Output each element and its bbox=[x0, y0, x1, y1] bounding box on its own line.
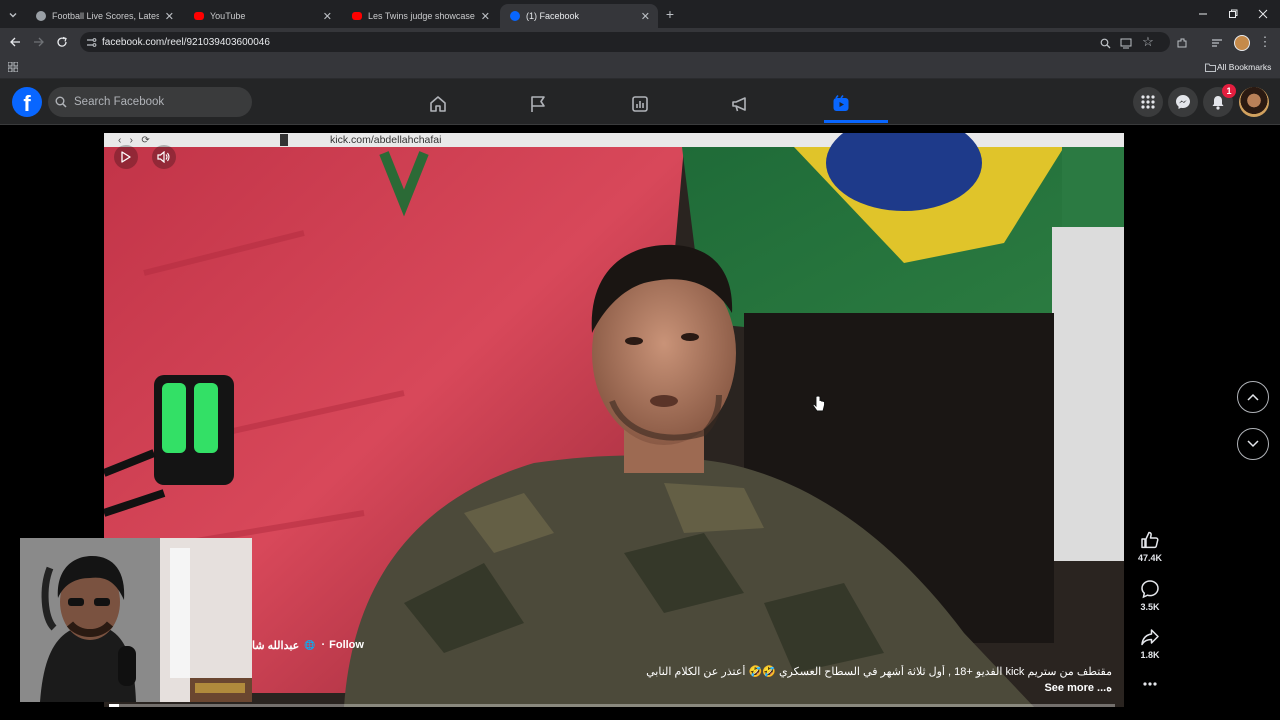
like-count: 47.4K bbox=[1137, 553, 1163, 563]
tab-les-twins[interactable]: Les Twins judge showcase | Cy ✕ bbox=[342, 4, 498, 28]
next-reel-button[interactable] bbox=[1237, 428, 1269, 460]
mouse-cursor-icon bbox=[812, 395, 825, 412]
tab-facebook[interactable]: (1) Facebook ✕ bbox=[500, 4, 658, 28]
tab-close-icon[interactable]: ✕ bbox=[641, 10, 650, 23]
zoom-icon[interactable] bbox=[1098, 36, 1112, 50]
bell-icon bbox=[1212, 95, 1224, 110]
comment-action[interactable]: 3.5K bbox=[1130, 579, 1170, 612]
share-count: 1.8K bbox=[1140, 650, 1160, 660]
like-icon bbox=[1141, 531, 1159, 549]
messenger-button[interactable] bbox=[1168, 87, 1198, 117]
separator-dot: · bbox=[321, 639, 326, 651]
video-frame bbox=[104, 133, 1124, 707]
tab-close-icon[interactable]: ✕ bbox=[481, 10, 490, 23]
facebook-favicon-icon bbox=[510, 11, 520, 21]
tab-close-icon[interactable]: ✕ bbox=[165, 10, 174, 23]
volume-icon bbox=[157, 151, 170, 163]
account-avatar[interactable] bbox=[1239, 87, 1269, 117]
youtube-favicon-icon bbox=[352, 12, 362, 20]
tab-title: Les Twins judge showcase | Cy bbox=[368, 11, 475, 21]
globe-icon: 🌐 bbox=[304, 639, 316, 650]
previous-reel-button[interactable] bbox=[1237, 381, 1269, 413]
share-action[interactable]: 1.8K bbox=[1130, 627, 1170, 660]
like-action[interactable]: 47.4K bbox=[1130, 530, 1170, 563]
tab-search-icon[interactable] bbox=[6, 8, 20, 22]
video-progress-track[interactable] bbox=[109, 704, 1115, 707]
minimize-icon[interactable] bbox=[1196, 7, 1210, 21]
reload-icon[interactable] bbox=[55, 35, 69, 49]
tab-title: (1) Facebook bbox=[526, 11, 580, 21]
tab-football[interactable]: Football Live Scores, Latest Foo ✕ bbox=[26, 4, 182, 28]
dashboard-icon bbox=[632, 96, 648, 112]
see-more-link[interactable]: See more ...ه bbox=[1000, 681, 1112, 695]
notification-badge: 1 bbox=[1222, 84, 1236, 98]
nav-video[interactable] bbox=[791, 86, 891, 122]
messenger-icon bbox=[1176, 95, 1190, 109]
folder-icon bbox=[1203, 63, 1217, 72]
bookmark-star-icon[interactable]: ☆ bbox=[1141, 34, 1155, 49]
search-placeholder: Search Facebook bbox=[74, 96, 165, 108]
tab-title: Football Live Scores, Latest Foo bbox=[52, 11, 159, 21]
bookmarks-bar bbox=[0, 56, 1280, 79]
nav-dashboard[interactable] bbox=[590, 86, 690, 122]
play-button[interactable] bbox=[114, 145, 138, 169]
megaphone-icon bbox=[732, 97, 746, 112]
profile-avatar[interactable] bbox=[1234, 35, 1250, 51]
search-icon bbox=[48, 96, 74, 108]
browser-menu-icon[interactable]: ⋮ bbox=[1259, 34, 1272, 49]
all-bookmarks-label: All Bookmarks bbox=[1217, 62, 1272, 72]
reel-caption: مقتطف من ستريم kick الفديو +18 , أول ثلا… bbox=[646, 666, 1112, 678]
site-info-icon[interactable] bbox=[80, 37, 102, 47]
inner-bookmark-icon bbox=[280, 134, 288, 146]
back-icon[interactable] bbox=[8, 35, 22, 49]
author-name[interactable]: عبدالله شا bbox=[252, 639, 299, 652]
inner-url-text: kick.com/abdellahchafai bbox=[330, 134, 442, 146]
video-progress-fill bbox=[109, 704, 120, 707]
more-options-button[interactable] bbox=[1130, 676, 1170, 692]
address-bar[interactable]: facebook.com/reel/921039403600046 bbox=[80, 32, 1170, 52]
facebook-logo-icon[interactable]: f bbox=[12, 87, 42, 117]
more-icon bbox=[1143, 682, 1157, 686]
youtube-favicon-icon bbox=[194, 12, 204, 20]
cast-icon[interactable] bbox=[1119, 36, 1133, 50]
streamer-webcam-overlay bbox=[20, 538, 252, 702]
video-icon bbox=[833, 95, 849, 111]
all-bookmarks-button[interactable]: All Bookmarks bbox=[1203, 61, 1271, 73]
nav-pages[interactable] bbox=[488, 86, 588, 122]
webcam-frame bbox=[20, 538, 252, 702]
forward-icon[interactable] bbox=[32, 35, 46, 49]
reel-author-row: عبدالله شا 🌐 · Follow bbox=[252, 637, 364, 653]
close-window-icon[interactable] bbox=[1256, 7, 1270, 21]
grid-menu-icon bbox=[1141, 95, 1155, 109]
active-tab-indicator bbox=[824, 120, 888, 123]
tab-favicon-icon bbox=[36, 11, 46, 21]
tab-youtube[interactable]: YouTube ✕ bbox=[184, 4, 340, 28]
tab-title: YouTube bbox=[210, 11, 246, 21]
reading-list-icon[interactable] bbox=[1210, 36, 1224, 50]
nav-ads[interactable] bbox=[690, 86, 790, 122]
comment-icon bbox=[1141, 580, 1159, 599]
share-icon bbox=[1141, 629, 1159, 646]
new-tab-icon[interactable]: + bbox=[662, 6, 678, 22]
menu-button[interactable] bbox=[1133, 87, 1163, 117]
volume-button[interactable] bbox=[152, 145, 176, 169]
apps-grid-icon[interactable] bbox=[7, 61, 19, 73]
tab-close-icon[interactable]: ✕ bbox=[323, 10, 332, 23]
nav-home[interactable] bbox=[388, 86, 488, 122]
search-facebook-input[interactable]: Search Facebook bbox=[48, 87, 252, 117]
url-text: facebook.com/reel/921039403600046 bbox=[102, 36, 270, 48]
home-icon bbox=[430, 96, 446, 112]
chevron-down-icon bbox=[1247, 440, 1259, 448]
extensions-icon[interactable] bbox=[1175, 36, 1189, 50]
comment-count: 3.5K bbox=[1140, 602, 1160, 612]
reel-video-player[interactable]: ‹ › ⟳ kick.com/abdellahchafai bbox=[104, 133, 1124, 707]
flag-icon bbox=[531, 96, 545, 112]
follow-button[interactable]: Follow bbox=[329, 639, 364, 651]
restore-icon[interactable] bbox=[1226, 7, 1240, 21]
play-icon bbox=[121, 151, 131, 163]
chevron-up-icon bbox=[1247, 393, 1259, 401]
